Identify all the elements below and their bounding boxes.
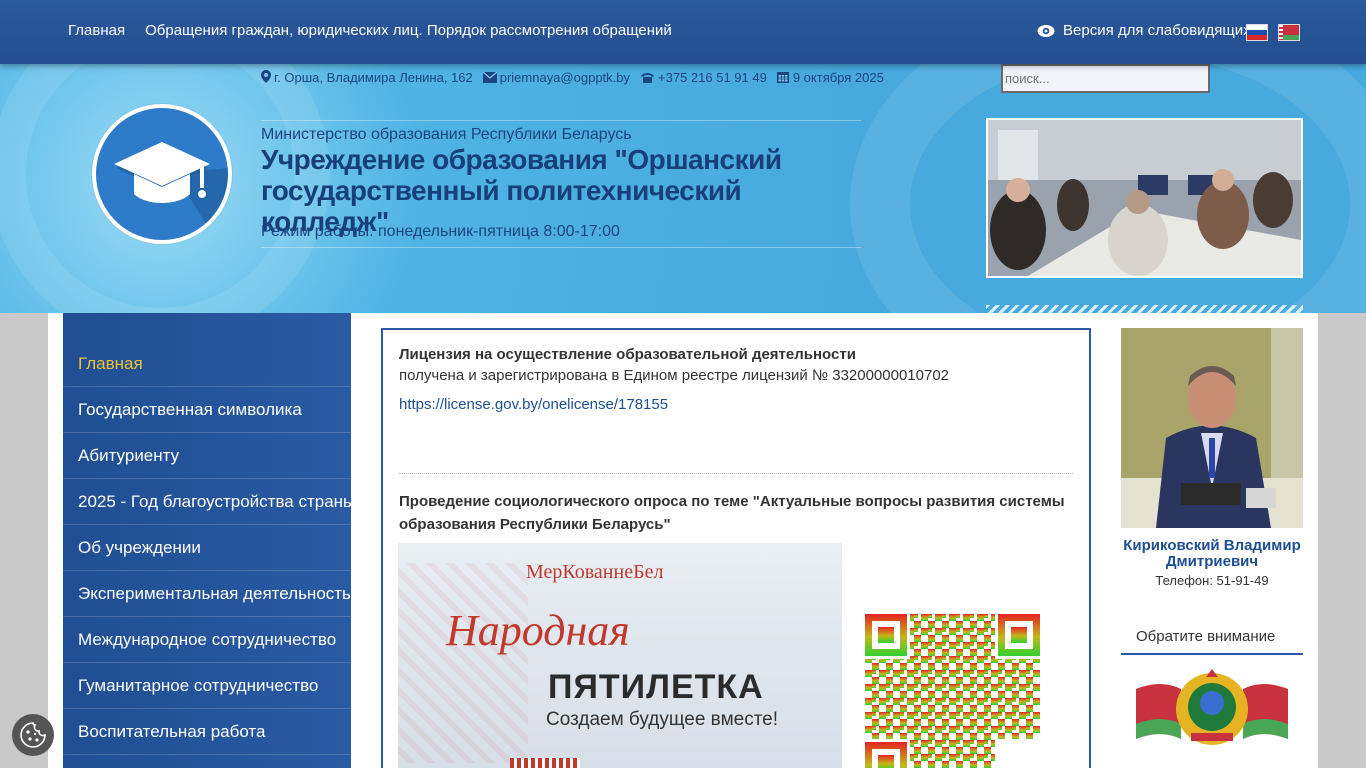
graduation-cap-icon: [114, 142, 228, 240]
director-phone: Телефон: 51-91-49: [1155, 573, 1269, 588]
attention-heading: Обратите внимание: [1121, 628, 1303, 655]
low-vision-label: Версия для слабовидящих: [1063, 22, 1251, 39]
college-logo[interactable]: [92, 104, 232, 244]
phone: +375 216 51 91 49: [640, 70, 767, 85]
sidebar-item-about[interactable]: Об учреждении: [63, 525, 351, 571]
envelope-icon: [482, 71, 498, 83]
working-hours: Режим работы: понедельник-пятница 8:00-1…: [261, 223, 620, 240]
license-title: Лицензия на осуществление образовательно…: [399, 346, 856, 363]
banner-headline-2: ПЯТИЛЕТКА: [548, 668, 764, 706]
address: г. Орша, Владимира Ленина, 162: [261, 70, 473, 85]
sidebar-item-year-2025[interactable]: 2025 - Год благоустройства страны: [63, 479, 355, 525]
header-divider: [261, 247, 861, 248]
state-emblem-icon[interactable]: [1121, 669, 1303, 749]
banner-brand: МерКованнеБел: [526, 561, 664, 583]
banner-qr-icon: [510, 758, 580, 768]
russian-flag-icon[interactable]: [1246, 24, 1268, 41]
banner-slogan: Создаем будущее вместе!: [546, 709, 779, 730]
sidebar-item-humanitarian[interactable]: Гуманитарное сотрудничество: [63, 663, 351, 709]
cookie-icon: [20, 722, 46, 748]
ornament-decor: [398, 563, 528, 763]
header-photo-classroom: [986, 118, 1303, 278]
site-header: г. Орша, Владимира Ленина, 162 priemnaya…: [0, 64, 1366, 313]
eye-icon: [1037, 24, 1055, 37]
map-marker-icon: [261, 70, 271, 83]
content-divider: [399, 473, 1073, 474]
director-name[interactable]: Кириковский Владимир Дмитриевич: [1121, 538, 1303, 570]
calendar-icon: [776, 72, 789, 83]
license-link[interactable]: https://license.gov.by/onelicense/178155: [399, 396, 1073, 413]
top-nav-home-link[interactable]: Главная: [68, 22, 125, 39]
decor-stripes: [986, 305, 1303, 313]
main-content: Лицензия на осуществление образовательно…: [381, 328, 1091, 768]
top-navigation-bar: Главная Обращения граждан, юридических л…: [0, 0, 1366, 64]
belarusian-flag-icon[interactable]: [1278, 24, 1300, 41]
sidebar-item-applicants[interactable]: Абитуриенту: [63, 433, 351, 479]
sidebar-item-state-symbols[interactable]: Государственная символика: [63, 387, 351, 433]
right-column: Кириковский Владимир Дмитриевич Телефон:…: [1121, 328, 1303, 749]
survey-title: Проведение социологического опроса по те…: [399, 493, 1065, 533]
cookie-settings-button[interactable]: [12, 714, 54, 756]
ministry-name: Министерство образования Республики Бела…: [261, 126, 632, 143]
license-text: получена и зарегистрирована в Едином рее…: [399, 367, 950, 384]
email[interactable]: priemnaya@ogpptk.by: [482, 70, 630, 85]
page-body: Главная Государственная символика Абитур…: [48, 313, 1318, 768]
header-divider: [261, 120, 861, 121]
sidebar-item-experimental[interactable]: Экспериментальная деятельность: [63, 571, 351, 617]
top-nav: Главная Обращения граждан, юридических л…: [68, 22, 672, 39]
narodnaya-pyatiletka-banner[interactable]: МерКованнеБел Народная ПЯТИЛЕТКА Создаем…: [398, 543, 842, 768]
director-photo: [1121, 328, 1303, 528]
top-nav-appeals-link[interactable]: Обращения граждан, юридических лиц. Поря…: [145, 22, 672, 39]
low-vision-version-link[interactable]: Версия для слабовидящих: [1037, 22, 1251, 39]
current-date: 9 октября 2025: [776, 70, 884, 85]
contact-strip: г. Орша, Владимира Ленина, 162 priemnaya…: [261, 70, 884, 85]
sidebar-item-home[interactable]: Главная: [63, 341, 351, 387]
banner-headline: Народная: [446, 606, 630, 655]
sidebar-menu: Главная Государственная символика Абитур…: [63, 313, 355, 768]
sidebar-item-international[interactable]: Международное сотрудничество: [63, 617, 351, 663]
qr-code-icon[interactable]: [865, 614, 1040, 768]
search-input[interactable]: [1001, 64, 1210, 93]
sidebar-item-upbringing[interactable]: Воспитательная работа: [63, 709, 351, 755]
phone-icon: [641, 73, 655, 83]
